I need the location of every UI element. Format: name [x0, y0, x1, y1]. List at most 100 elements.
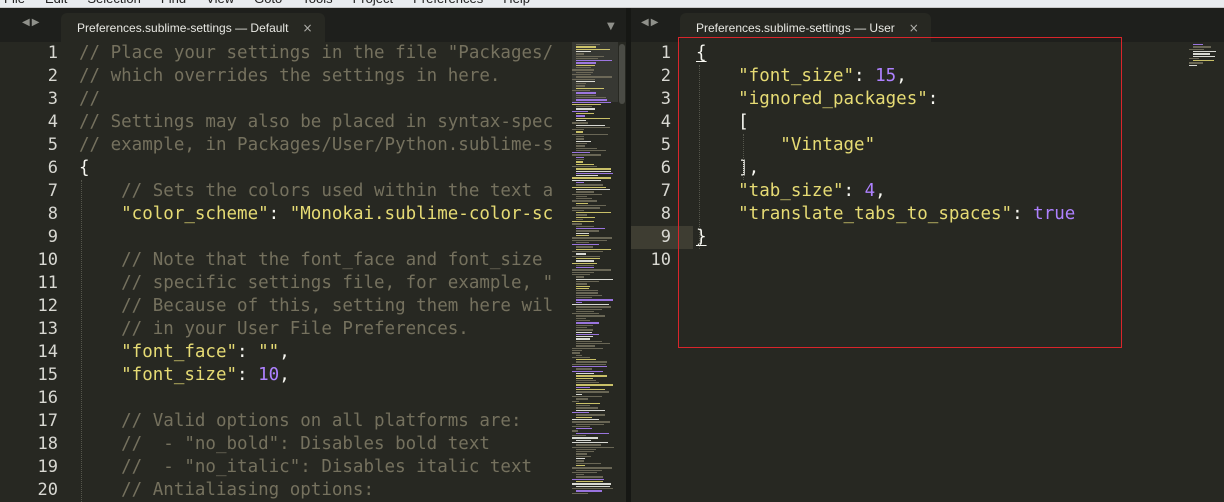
line-number: 11 [37, 273, 58, 293]
line-number: 2 [660, 66, 671, 86]
minimap-line [576, 136, 584, 138]
minimap-line [576, 87, 604, 90]
code-line: // Note that the font_face and font_size [79, 249, 542, 272]
code-token: // example, in Packages/User/Python.subl… [79, 135, 554, 155]
minimap-line [576, 448, 597, 451]
minimap-line [576, 384, 614, 386]
code-line: "font_face": "", [79, 341, 290, 364]
minimap-line [576, 260, 595, 262]
minimap-line [576, 368, 592, 370]
code-line: // - "no_italic": Disables italic text [79, 456, 532, 479]
minimap-line [1189, 62, 1203, 64]
right-editor[interactable]: 1 2 3 4 5 6 7 8 9 10 { "font_size": 15, "ignored_… [631, 42, 1224, 502]
menu-item-edit[interactable]: Edit [35, 0, 77, 6]
chevron-down-icon[interactable]: ▼ [607, 21, 615, 32]
minimap-line [572, 425, 591, 428]
minimap-line [576, 283, 587, 285]
close-icon[interactable]: × [302, 21, 312, 35]
minimap-line [576, 214, 588, 216]
line-number: 19 [37, 457, 58, 477]
minimap-line [1193, 60, 1215, 62]
tab-user-settings[interactable]: Preferences.sublime-settings — User × [680, 13, 931, 42]
minimap-line [572, 467, 613, 469]
minimap-line [576, 333, 599, 336]
code-line: // Settings may also be placed in syntax… [79, 111, 553, 134]
minimap-line [1193, 44, 1203, 46]
minimap-line [576, 372, 595, 375]
line-number: 3 [47, 89, 58, 109]
minimap-line [576, 490, 603, 492]
minimap-line [572, 165, 597, 168]
minimap-line [576, 191, 594, 193]
line-number: 1 [660, 43, 671, 63]
minimap-line [576, 159, 585, 161]
minimap-line [576, 147, 598, 149]
code-token: "" [258, 342, 280, 362]
minimap-line [576, 377, 594, 379]
minimap-line [576, 432, 609, 435]
nav-prev-icon[interactable]: ◀ [22, 17, 30, 28]
code-line: "Vintage" [696, 134, 875, 157]
minimap-line [572, 179, 601, 182]
minimap-line [572, 313, 600, 315]
minimap-line [572, 483, 611, 485]
minimap-line [576, 163, 595, 165]
minimap-line [576, 343, 610, 345]
menu-item-goto[interactable]: Goto [244, 0, 292, 6]
code-line: "translate_tabs_to_spaces": true [696, 203, 1075, 226]
minimap-line [576, 393, 583, 395]
menu-item-selection[interactable]: Selection [77, 0, 150, 6]
minimap-line [576, 188, 611, 191]
code-token: "ignored_packages" [696, 89, 928, 109]
minimap-line [576, 267, 595, 269]
minimap-line [572, 271, 594, 274]
minimap-line [576, 405, 591, 407]
nav-next-icon[interactable]: ▶ [651, 17, 659, 28]
minimap-line [576, 115, 585, 117]
minimap-line [576, 361, 608, 363]
nav-prev-icon[interactable]: ◀ [641, 17, 649, 28]
minimap-line [572, 193, 602, 195]
minimap-line [576, 55, 604, 57]
scrollbar[interactable] [619, 44, 625, 104]
line-number: 1 [47, 43, 58, 63]
menu-item-view[interactable]: View [196, 0, 244, 6]
minimap-line [1193, 46, 1211, 48]
minimap-line [576, 306, 612, 308]
minimap-line [576, 131, 583, 133]
left-tab-nav: ◀ ▶ [22, 17, 39, 28]
menu-item-preferences[interactable]: Preferences [403, 0, 493, 6]
close-icon[interactable]: × [909, 21, 919, 35]
minimap[interactable] [572, 42, 618, 502]
menu-item-project[interactable]: Project [343, 0, 403, 6]
minimap-line [576, 140, 592, 142]
minimap-line [576, 340, 602, 343]
code-token: 10 [258, 365, 280, 385]
minimap[interactable] [1189, 42, 1223, 502]
nav-next-icon[interactable]: ▶ [32, 17, 40, 28]
left-editor[interactable]: 1 2 3 4 5 6 7 8 9 10 11 12 13 14 15 16 17 18 19 20 // Place… [0, 42, 626, 502]
menu-item-file[interactable]: File [0, 0, 35, 6]
minimap-line [572, 251, 604, 253]
minimap-line [1189, 64, 1198, 67]
tab-default-settings[interactable]: Preferences.sublime-settings — Default × [61, 13, 325, 42]
minimap-line [572, 154, 601, 156]
menu-item-find[interactable]: Find [151, 0, 196, 6]
minimap-line [576, 299, 613, 301]
code-token: { [79, 158, 90, 178]
code-token: // Settings may also be placed in syntax… [79, 112, 554, 132]
minimap-line [576, 76, 612, 78]
code-line: "tab_size": 4, [696, 180, 886, 203]
minimap-line [576, 382, 599, 384]
minimap-line [572, 239, 607, 241]
minimap-line [572, 430, 579, 432]
minimap-line [576, 391, 609, 393]
line-number: 6 [660, 158, 671, 178]
menu-item-help[interactable]: Help [493, 0, 540, 6]
menu-item-tools[interactable]: Tools [292, 0, 342, 6]
minimap-line [576, 338, 591, 340]
minimap-line [576, 138, 585, 140]
minimap-line [576, 71, 593, 73]
minimap-line [572, 129, 585, 131]
minimap-line [576, 402, 601, 405]
